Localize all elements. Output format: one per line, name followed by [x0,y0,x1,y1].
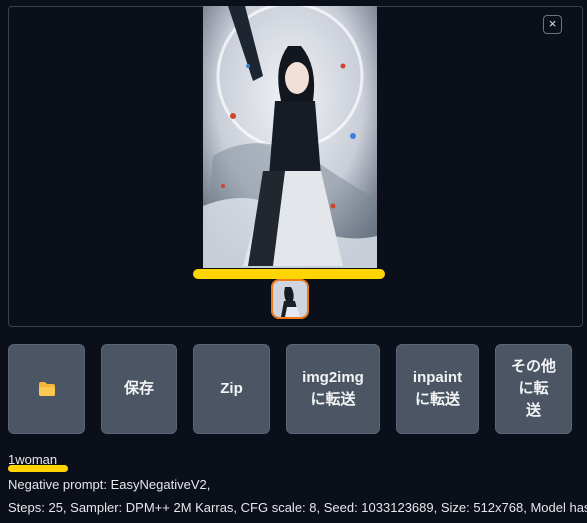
send-to-inpaint-button[interactable]: inpaint に転送 [396,344,479,434]
open-folder-button[interactable] [8,344,85,434]
prompt-text: 1woman [8,452,58,467]
send-to-other-button[interactable]: その他 に転 送 [495,344,572,434]
thumbnail-image [273,281,307,317]
zip-button[interactable]: Zip [193,344,270,434]
generated-image[interactable] [203,6,377,268]
negative-prompt-text: Negative prompt: EasyNegativeV2, [8,477,211,492]
generation-params-text: Steps: 25, Sampler: DPM++ 2M Karras, CFG… [8,500,587,515]
folder-icon [38,382,55,396]
save-button[interactable]: 保存 [101,344,177,434]
anime-woman-illustration [203,6,377,268]
close-icon: × [548,16,557,31]
close-button[interactable]: × [543,15,562,34]
send-to-img2img-button[interactable]: img2img に転送 [286,344,380,434]
thumbnail[interactable] [271,279,309,319]
highlight-annotation [193,269,385,279]
